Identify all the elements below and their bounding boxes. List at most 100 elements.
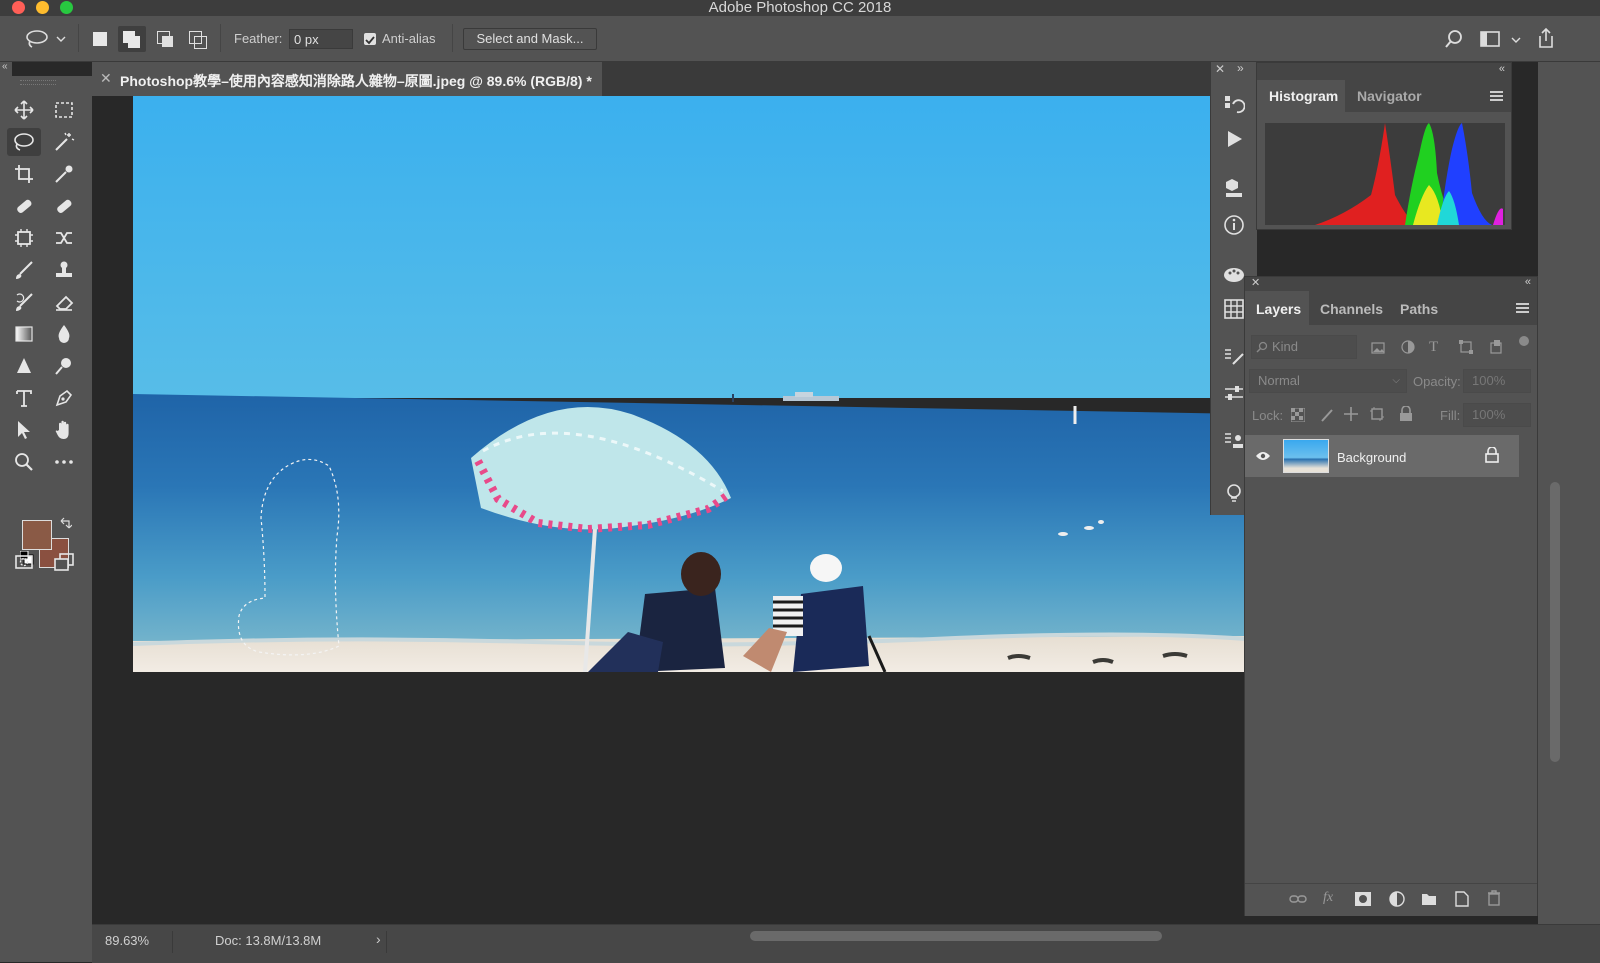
fill-input[interactable]: 100% — [1463, 403, 1531, 427]
move-tool[interactable] — [7, 96, 41, 124]
new-adjustment-layer-icon[interactable] — [1389, 891, 1405, 912]
info-panel-button[interactable] — [1221, 212, 1247, 238]
search-icon[interactable] — [1444, 29, 1464, 54]
panel-scrollbar[interactable] — [1550, 482, 1560, 762]
intersect-selection-icon[interactable] — [189, 31, 207, 49]
quick-mask-button[interactable] — [7, 548, 41, 576]
spot-healing-tool[interactable] — [7, 192, 41, 220]
foreground-color-swatch[interactable] — [22, 520, 52, 550]
panel-menu-icon[interactable] — [1516, 303, 1529, 313]
type-tool[interactable] — [7, 384, 41, 412]
antialias-checkbox[interactable] — [364, 33, 376, 45]
blur-tool[interactable] — [47, 320, 81, 348]
layer-row[interactable]: Background — [1245, 435, 1519, 477]
status-bar: 89.63% Doc: 13.8M/13.8M › — [92, 924, 1600, 963]
opacity-input[interactable]: 100% — [1463, 369, 1531, 393]
lock-pixels-icon[interactable] — [1319, 407, 1335, 428]
histogram-panel-header: « — [1257, 63, 1511, 80]
trash-icon[interactable] — [1487, 890, 1501, 911]
tab-histogram[interactable]: Histogram — [1257, 80, 1345, 112]
select-and-mask-button[interactable]: Select and Mask... — [463, 28, 597, 50]
filter-pixel-icon[interactable] — [1371, 341, 1385, 359]
lock-artboard-icon[interactable] — [1369, 406, 1385, 427]
lock-all-icon[interactable] — [1399, 405, 1413, 427]
filter-smart-object-icon[interactable] — [1489, 340, 1503, 359]
toolbar-collapse-strip[interactable]: « — [0, 61, 12, 76]
new-group-icon[interactable] — [1421, 892, 1437, 911]
dodge-tool[interactable] — [47, 352, 81, 380]
close-dock-icon[interactable]: ✕ — [1215, 62, 1225, 76]
zoom-tool[interactable] — [7, 448, 41, 476]
tab-navigator[interactable]: Navigator — [1345, 80, 1435, 112]
3d-panel-button[interactable] — [1221, 175, 1247, 201]
tab-paths[interactable]: Paths — [1389, 291, 1449, 325]
pen-tool[interactable] — [47, 384, 81, 412]
eraser-tool[interactable] — [47, 288, 81, 316]
share-icon[interactable] — [1536, 27, 1556, 54]
cube-icon — [1226, 179, 1242, 197]
add-to-selection-button[interactable] — [118, 26, 146, 52]
brush-tool[interactable] — [7, 256, 41, 284]
grid-icon — [1224, 299, 1244, 319]
app-title: Adobe Photoshop CC 2018 — [708, 0, 892, 16]
subtract-from-selection-icon[interactable] — [157, 31, 174, 48]
lock-position-icon[interactable] — [1343, 406, 1359, 427]
arrow-cursor-icon — [18, 421, 30, 439]
status-menu-arrow-icon[interactable]: › — [376, 931, 381, 947]
document-image[interactable] — [133, 96, 1246, 672]
link-layers-icon[interactable] — [1289, 892, 1307, 911]
opacity-label: Opacity: — [1413, 374, 1461, 389]
dodge-icon — [55, 358, 71, 375]
crossed-arrows-icon — [56, 232, 72, 244]
lock-transparent-icon[interactable] — [1290, 407, 1306, 427]
sharpen-tool[interactable] — [7, 352, 41, 380]
screen-mode-button[interactable] — [47, 548, 81, 576]
fill-value: 100% — [1472, 407, 1506, 422]
tab-layers[interactable]: Layers — [1245, 291, 1309, 325]
healing-brush-tool[interactable] — [47, 192, 81, 220]
new-layer-icon[interactable] — [1455, 891, 1469, 912]
gradient-tool[interactable] — [7, 320, 41, 348]
collapse-panel-icon[interactable]: « — [1525, 276, 1531, 288]
panel-menu-icon[interactable] — [1490, 91, 1503, 101]
filter-type-icon[interactable]: T — [1429, 339, 1438, 356]
path-selection-tool[interactable] — [7, 416, 41, 444]
filter-adjustment-icon[interactable] — [1401, 340, 1415, 359]
workspace-icon[interactable] — [1480, 30, 1524, 55]
canvas-area[interactable] — [92, 96, 1246, 926]
panel-grip[interactable] — [20, 80, 56, 85]
hand-tool[interactable] — [47, 416, 81, 444]
close-panel-icon[interactable]: ✕ — [1251, 276, 1260, 289]
history-brush-tool[interactable] — [7, 288, 41, 316]
layer-filter-select[interactable]: Kind — [1251, 335, 1357, 359]
actions-panel-button[interactable] — [1221, 126, 1247, 152]
swap-colors-icon[interactable] — [60, 516, 73, 534]
content-aware-move-tool[interactable] — [47, 224, 81, 252]
feather-input[interactable]: 0 px — [289, 29, 353, 49]
marquee-tool[interactable] — [47, 96, 81, 124]
artboard-tool[interactable] — [7, 224, 41, 252]
lasso-tool[interactable] — [7, 128, 41, 156]
expand-dock-icon[interactable]: » — [1237, 61, 1244, 75]
history-panel-button[interactable] — [1221, 92, 1247, 118]
more-tools-button[interactable] — [47, 448, 81, 476]
eyedropper-tool[interactable] — [47, 160, 81, 188]
clone-stamp-tool[interactable] — [47, 256, 81, 284]
zoom-level[interactable]: 89.63% — [105, 933, 149, 948]
horizontal-scrollbar[interactable] — [750, 931, 1162, 941]
new-selection-icon[interactable] — [93, 32, 107, 46]
close-tab-icon[interactable]: ✕ — [100, 70, 112, 87]
document-tab[interactable]: ✕ Photoshop教學–使用內容感知消除路人雜物–原圖.jpeg @ 89.… — [92, 62, 602, 96]
fill-label: Fill: — [1440, 408, 1461, 423]
fx-icon[interactable]: fx — [1323, 890, 1333, 906]
crop-tool[interactable] — [7, 160, 41, 188]
tab-channels[interactable]: Channels — [1309, 291, 1389, 325]
collapse-panel-icon[interactable]: « — [1499, 63, 1505, 75]
filter-toggle-icon[interactable] — [1519, 336, 1529, 346]
lasso-tool-preset-picker[interactable] — [24, 28, 68, 55]
add-mask-icon[interactable] — [1355, 892, 1371, 911]
magic-wand-tool[interactable] — [47, 128, 81, 156]
blend-mode-select[interactable]: Normal ⌵ — [1249, 369, 1407, 393]
eye-icon[interactable] — [1255, 449, 1271, 467]
filter-shape-icon[interactable] — [1459, 340, 1473, 359]
